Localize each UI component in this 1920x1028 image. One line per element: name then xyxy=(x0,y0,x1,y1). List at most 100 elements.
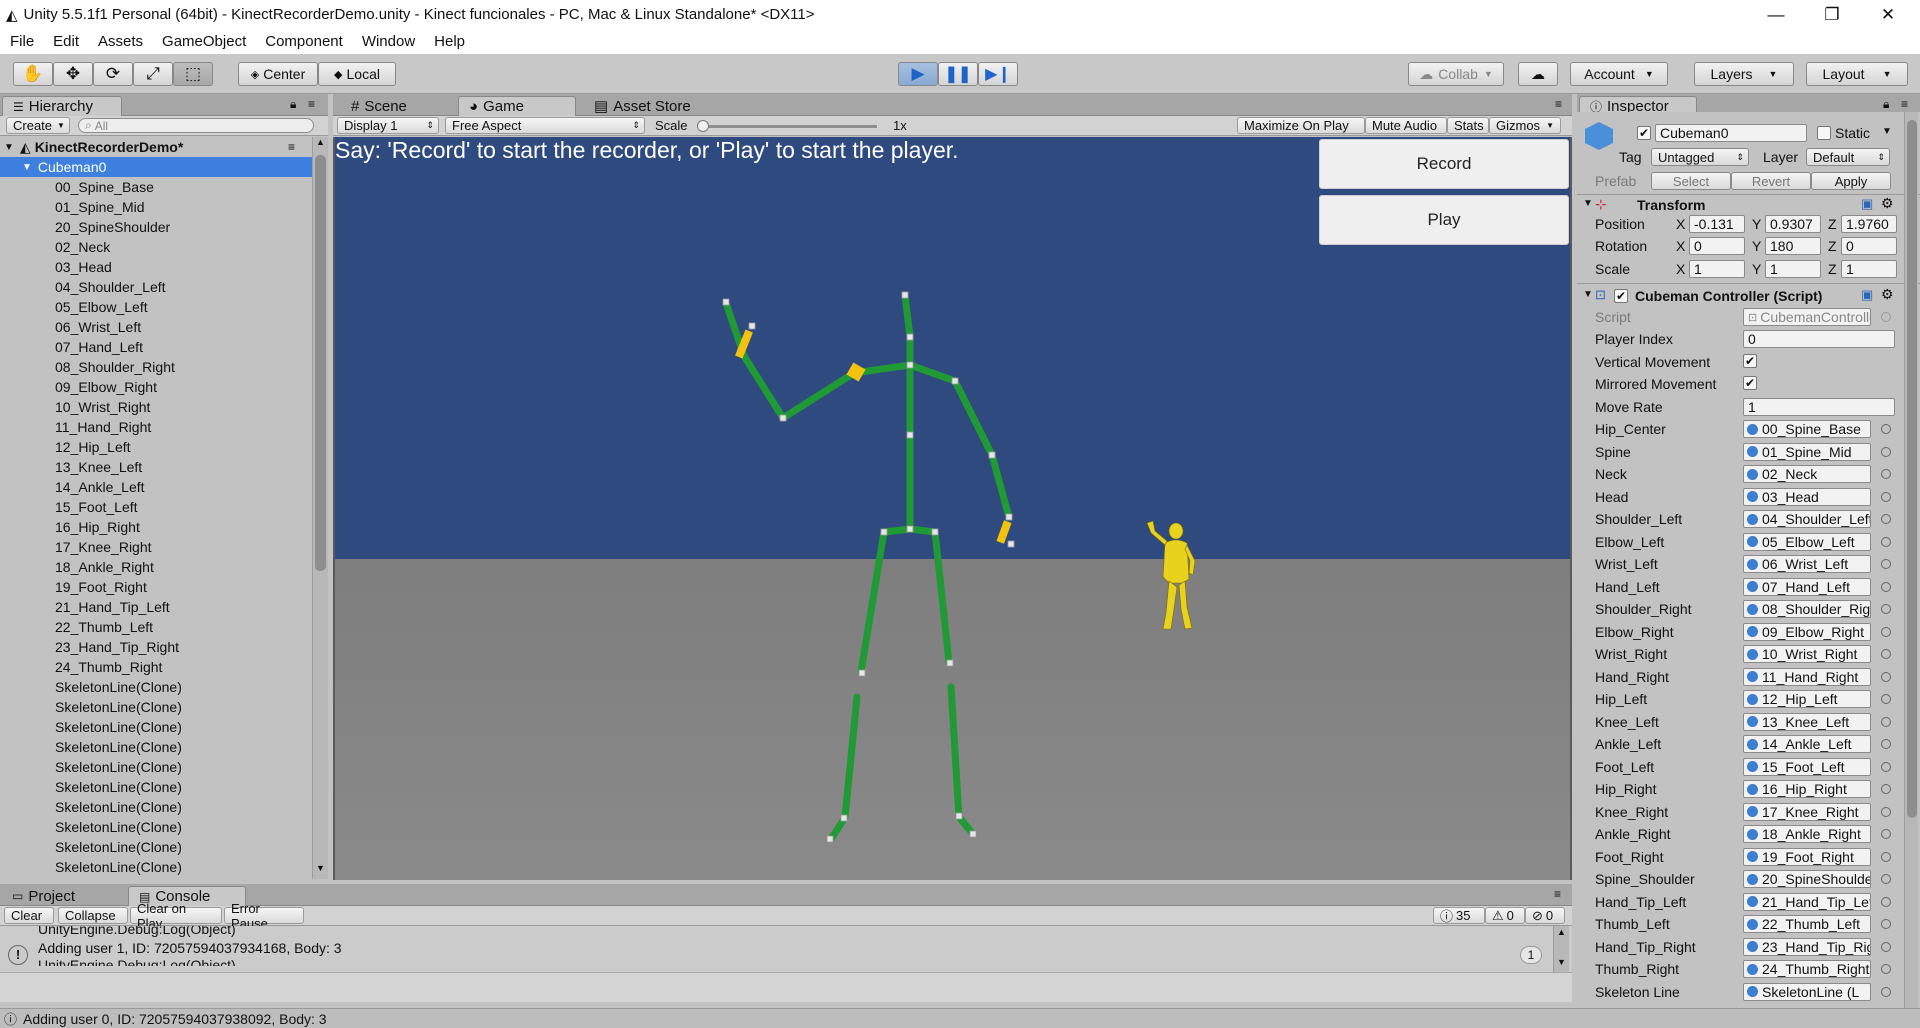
scrollbar-thumb[interactable] xyxy=(1907,120,1917,818)
scale-slider-thumb[interactable] xyxy=(697,120,709,132)
object-picker-icon[interactable] xyxy=(1881,829,1891,839)
hierarchy-item[interactable]: SkeletonLine(Clone) xyxy=(0,857,312,877)
object-picker-icon[interactable] xyxy=(1881,806,1891,817)
hierarchy-scrollbar[interactable]: ▲ ▼ xyxy=(312,137,328,879)
scale-y-field[interactable]: 1 xyxy=(1765,260,1821,278)
display-dropdown[interactable]: Display 1 ⇕ xyxy=(337,117,439,134)
info-filter-toggle[interactable]: ⓘ 35 xyxy=(1433,907,1485,924)
hierarchy-item[interactable]: 08_Shoulder_Right xyxy=(0,357,312,377)
inspector-scrollbar[interactable] xyxy=(1904,112,1918,1016)
tab-asset-store[interactable]: ▤ Asset Store xyxy=(584,96,714,116)
layout-dropdown[interactable]: Layout ▼ xyxy=(1806,62,1908,86)
hierarchy-item[interactable]: SkeletonLine(Clone) xyxy=(0,777,312,797)
cloud-services-button[interactable]: ☁ xyxy=(1518,62,1558,86)
object-picker-icon[interactable] xyxy=(1881,784,1891,794)
hierarchy-item[interactable]: 22_Thumb_Left xyxy=(0,617,312,637)
play-button[interactable]: ▶ xyxy=(898,62,938,86)
joint-object-field[interactable]: 16_Hip_Right xyxy=(1743,780,1871,798)
hierarchy-item[interactable]: 21_Hand_Tip_Left xyxy=(0,597,312,617)
object-picker-icon[interactable] xyxy=(1881,604,1891,614)
object-picker-icon[interactable] xyxy=(1881,536,1891,547)
move-tool-icon[interactable]: ✥ xyxy=(53,62,93,86)
menu-help[interactable]: Help xyxy=(424,33,474,50)
player-index-field[interactable]: 0 xyxy=(1743,330,1895,348)
joint-object-field[interactable]: 03_Head xyxy=(1743,487,1871,506)
hierarchy-item[interactable]: 16_Hip_Right xyxy=(0,517,312,537)
object-picker-icon[interactable] xyxy=(1881,649,1891,659)
object-picker-icon[interactable] xyxy=(1881,919,1891,929)
active-checkbox[interactable]: ✔ xyxy=(1637,126,1651,140)
hierarchy-item[interactable]: SkeletonLine(Clone) xyxy=(0,757,312,777)
joint-object-field[interactable]: 15_Foot_Left xyxy=(1743,757,1871,776)
rotation-y-field[interactable]: 180 xyxy=(1765,237,1821,255)
object-picker-icon[interactable] xyxy=(1881,469,1891,479)
hierarchy-item[interactable]: SkeletonLine(Clone) xyxy=(0,817,312,837)
scale-z-field[interactable]: 1 xyxy=(1841,260,1897,278)
hierarchy-item[interactable]: 13_Knee_Left xyxy=(0,457,312,477)
clear-on-play-toggle[interactable]: Clear on Play xyxy=(130,901,222,931)
static-checkbox[interactable] xyxy=(1817,126,1831,140)
pivot-center-button[interactable]: ◈ Center xyxy=(238,62,318,86)
stats-toggle[interactable]: Stats xyxy=(1447,117,1489,134)
tab-scene[interactable]: # Scene xyxy=(341,96,451,116)
lock-icon[interactable]: 🔒︎ xyxy=(290,97,296,112)
joint-object-field[interactable]: 12_Hip_Left xyxy=(1743,690,1871,708)
scale-slider-track[interactable] xyxy=(699,125,877,128)
menu-assets[interactable]: Assets xyxy=(88,33,152,50)
joint-object-field[interactable]: 19_Foot_Right xyxy=(1743,847,1871,866)
joint-object-field[interactable]: 24_Thumb_Right xyxy=(1743,960,1871,978)
prefab-select-button[interactable]: Select xyxy=(1651,172,1731,190)
step-button[interactable]: ▶❙ xyxy=(978,62,1018,86)
gear-icon[interactable]: ⚙ xyxy=(1881,286,1894,303)
gear-icon[interactable]: ⚙ xyxy=(1881,195,1894,212)
hierarchy-item[interactable]: 12_Hip_Left xyxy=(0,437,312,457)
joint-object-field[interactable]: 10_Wrist_Right xyxy=(1743,645,1871,663)
create-dropdown[interactable]: Create ▼ xyxy=(6,117,70,134)
joint-object-field[interactable]: 09_Elbow_Right xyxy=(1743,622,1871,641)
object-picker-icon[interactable] xyxy=(1881,716,1891,727)
scrollbar-thumb[interactable] xyxy=(315,155,326,571)
log-message[interactable]: Adding user 1, ID: 72057594037934168, Bo… xyxy=(38,940,342,956)
hierarchy-item[interactable]: SkeletonLine(Clone) xyxy=(0,677,312,697)
hierarchy-item[interactable]: 20_SpineShoulder xyxy=(0,217,312,237)
object-picker-icon[interactable] xyxy=(1881,626,1891,637)
panel-menu-icon[interactable]: ≡ xyxy=(308,97,315,111)
hierarchy-item[interactable]: 24_Thumb_Right xyxy=(0,657,312,677)
hierarchy-item[interactable]: 02_Neck xyxy=(0,237,312,257)
lock-icon[interactable]: 🔒︎ xyxy=(1883,97,1889,112)
hierarchy-item[interactable]: 07_Hand_Left xyxy=(0,337,312,357)
pause-button[interactable]: ❚❚ xyxy=(938,62,978,86)
position-y-field[interactable]: 0.9307 xyxy=(1765,215,1821,233)
joint-object-field[interactable]: 02_Neck xyxy=(1743,465,1871,483)
scroll-down-icon[interactable]: ▼ xyxy=(314,863,327,877)
joint-object-field[interactable]: 05_Elbow_Left xyxy=(1743,532,1871,551)
joint-object-field[interactable]: 22_Thumb_Left xyxy=(1743,915,1871,933)
scale-tool-icon[interactable]: ⤢ xyxy=(133,62,173,86)
panel-menu-icon[interactable]: ≡ xyxy=(1901,97,1908,111)
collapse-toggle[interactable]: Collapse xyxy=(58,907,128,924)
hierarchy-item[interactable]: 06_Wrist_Left xyxy=(0,317,312,337)
error-filter-toggle[interactable]: ⊘ 0 xyxy=(1525,907,1565,924)
hierarchy-item[interactable]: SkeletonLine(Clone) xyxy=(0,837,312,857)
collab-dropdown[interactable]: ☁ Collab ▼ xyxy=(1408,62,1504,86)
hierarchy-item[interactable]: 23_Hand_Tip_Right xyxy=(0,637,312,657)
hierarchy-item[interactable]: 05_Elbow_Left xyxy=(0,297,312,317)
joint-object-field[interactable]: 01_Spine_Mid xyxy=(1743,442,1871,461)
object-picker-icon[interactable] xyxy=(1881,694,1891,704)
hierarchy-search-input[interactable]: ⌕ All xyxy=(78,118,314,133)
hierarchy-item[interactable]: 14_Ankle_Left xyxy=(0,477,312,497)
object-picker-icon[interactable] xyxy=(1881,964,1891,974)
hierarchy-item[interactable]: 09_Elbow_Right xyxy=(0,377,312,397)
object-picker-icon[interactable] xyxy=(1881,896,1891,907)
panel-menu-icon[interactable]: ≡ xyxy=(1554,887,1561,901)
object-picker-icon[interactable] xyxy=(1881,312,1891,322)
prefab-revert-button[interactable]: Revert xyxy=(1731,172,1811,190)
hierarchy-item[interactable]: 17_Knee_Right xyxy=(0,537,312,557)
mirrored-movement-checkbox[interactable]: ✔ xyxy=(1743,376,1757,390)
object-name-field[interactable]: Cubeman0 xyxy=(1655,124,1807,142)
clear-button[interactable]: Clear xyxy=(4,907,54,924)
object-picker-icon[interactable] xyxy=(1881,424,1891,434)
vertical-movement-checkbox[interactable]: ✔ xyxy=(1743,354,1757,368)
object-picker-icon[interactable] xyxy=(1881,491,1891,502)
position-z-field[interactable]: 1.9760 xyxy=(1841,215,1897,233)
